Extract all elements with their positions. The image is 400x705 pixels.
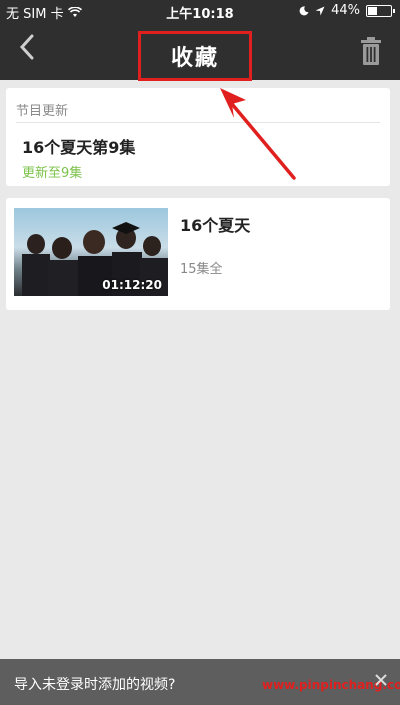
divider xyxy=(16,122,380,123)
update-status-tag: 更新至9集 xyxy=(22,166,83,181)
import-bar: 导入未登录时添加的视频? www.pinpinchang.com xyxy=(0,659,400,705)
battery-icon xyxy=(366,4,395,17)
video-title: 16个夏天 xyxy=(180,216,251,235)
page-title: 收藏 xyxy=(170,46,219,71)
delete-button[interactable] xyxy=(360,36,382,66)
video-thumbnail: 01:12:20 xyxy=(14,208,168,296)
section-label: 节目更新 xyxy=(16,104,69,119)
update-card[interactable]: 节目更新 16个夏天第9集 更新至9集 xyxy=(6,88,390,186)
update-show-title: 16个夏天第9集 xyxy=(22,138,136,157)
video-duration: 01:12:20 xyxy=(102,278,162,292)
status-right: 44% xyxy=(299,3,395,18)
import-prompt: 导入未登录时添加的视频? xyxy=(14,677,176,693)
battery-fill xyxy=(368,6,378,15)
close-import-bar-button[interactable] xyxy=(374,671,388,692)
status-bar: 无 SIM 卡 上午10:18 44% xyxy=(0,0,400,22)
back-button[interactable] xyxy=(12,34,42,68)
episode-count: 15集全 xyxy=(180,262,223,277)
favorites-screen: 无 SIM 卡 上午10:18 44% 收藏 节目更新 16个夏天第9集 更新至… xyxy=(0,0,400,705)
battery-percent: 44% xyxy=(331,3,360,18)
chevron-left-icon xyxy=(19,34,34,60)
favorite-video-item[interactable]: 01:12:20 16个夏天 15集全 xyxy=(6,198,390,310)
navigation-bar: 收藏 xyxy=(0,22,400,81)
location-arrow-icon xyxy=(315,6,325,15)
trash-icon xyxy=(361,37,381,65)
title-highlight-box: 收藏 xyxy=(138,31,252,81)
top-bar: 无 SIM 卡 上午10:18 44% 收藏 xyxy=(0,0,400,81)
close-icon xyxy=(375,674,387,686)
moon-icon xyxy=(299,5,309,15)
